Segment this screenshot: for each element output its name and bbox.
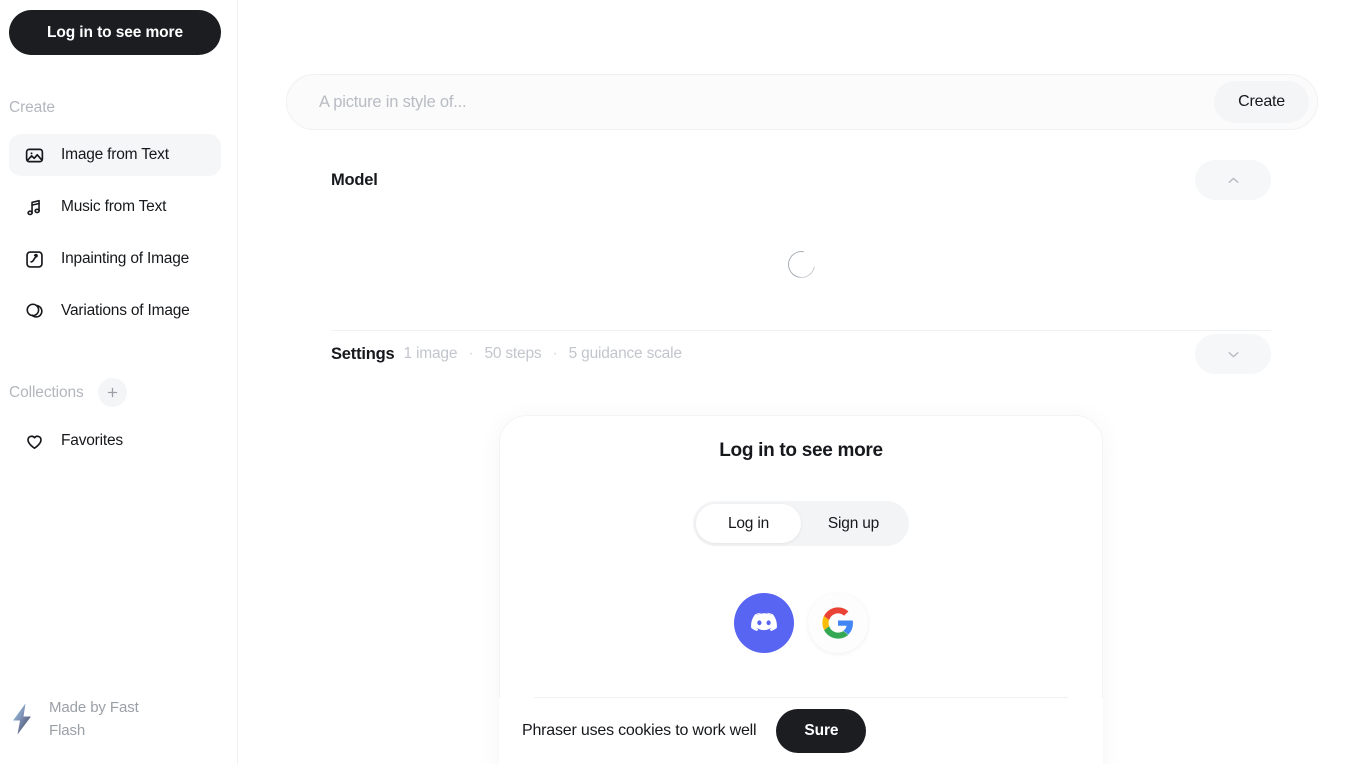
auth-modal-title: Log in to see more xyxy=(719,440,883,461)
sidebar-item-inpainting-of-image[interactable]: Inpainting of Image xyxy=(9,238,221,280)
sidebar-login-button[interactable]: Log in to see more xyxy=(9,10,221,55)
model-panel: Model xyxy=(331,160,1271,328)
sidebar-item-favorites[interactable]: Favorites xyxy=(9,420,221,462)
sidebar: Log in to see more Create Image from Tex… xyxy=(0,0,238,764)
cookie-accept-button[interactable]: Sure xyxy=(776,709,867,753)
settings-meta-images: 1 image xyxy=(403,345,458,362)
sidebar-item-label: Favorites xyxy=(61,432,123,449)
social-login-row xyxy=(500,593,1102,653)
model-panel-title: Model xyxy=(331,170,378,189)
sidebar-section-create: Create xyxy=(9,99,55,116)
settings-meta-steps: 50 steps xyxy=(484,345,542,362)
sidebar-item-music-from-text[interactable]: Music from Text xyxy=(9,186,221,228)
heart-icon xyxy=(23,430,45,452)
settings-meta-separator: · xyxy=(468,345,474,362)
tab-sign-up[interactable]: Sign up xyxy=(801,504,906,543)
discord-icon xyxy=(734,593,794,653)
prompt-bar: Create xyxy=(286,74,1318,130)
made-by-footer[interactable]: Made by Fast Flash xyxy=(9,696,199,743)
inpainting-icon xyxy=(23,248,45,270)
settings-panel: Settings 1 image · 50 steps · 5 guidance… xyxy=(331,334,1271,374)
prompt-input[interactable] xyxy=(319,92,1215,112)
loading-spinner xyxy=(782,245,820,283)
settings-meta-guidance: 5 guidance scale xyxy=(568,345,682,362)
sidebar-item-label: Inpainting of Image xyxy=(61,250,190,267)
settings-summary: Settings 1 image · 50 steps · 5 guidance… xyxy=(331,345,682,364)
made-by-label: Made by Fast Flash xyxy=(49,698,139,739)
image-icon xyxy=(23,144,45,166)
model-panel-body xyxy=(331,200,1271,328)
google-login-button[interactable] xyxy=(808,593,868,653)
chevron-down-icon xyxy=(1225,346,1242,363)
sidebar-item-image-from-text[interactable]: Image from Text xyxy=(9,134,221,176)
sidebar-item-variations-of-image[interactable]: Variations of Image xyxy=(9,290,221,332)
auth-tab-switcher: Log in Sign up xyxy=(693,501,909,546)
variations-icon xyxy=(23,300,45,322)
settings-meta-separator: · xyxy=(552,345,558,362)
settings-panel-header: Settings 1 image · 50 steps · 5 guidance… xyxy=(331,334,1271,374)
sidebar-item-label: Image from Text xyxy=(61,146,169,163)
plus-icon xyxy=(105,385,120,400)
cookie-banner-text: Phraser uses cookies to work well xyxy=(522,722,757,739)
lightning-bolt-icon xyxy=(9,702,35,736)
sidebar-section-collections-label: Collections xyxy=(9,383,84,401)
sidebar-create-nav: Image from Text Music from Text Inpainti… xyxy=(9,134,221,342)
model-panel-collapse-button[interactable] xyxy=(1195,160,1271,200)
tab-log-in[interactable]: Log in xyxy=(696,504,801,543)
discord-login-button[interactable] xyxy=(734,593,794,653)
add-collection-button[interactable] xyxy=(97,378,127,407)
sidebar-item-label: Variations of Image xyxy=(61,302,190,319)
cookie-banner: Phraser uses cookies to work well Sure xyxy=(499,698,1103,764)
create-button[interactable]: Create xyxy=(1214,81,1309,123)
settings-panel-expand-button[interactable] xyxy=(1195,334,1271,374)
google-icon xyxy=(821,606,855,640)
chevron-up-icon xyxy=(1225,172,1242,189)
sidebar-item-label: Music from Text xyxy=(61,198,167,215)
settings-meta: 1 image · 50 steps · 5 guidance scale xyxy=(404,345,682,363)
music-note-icon xyxy=(23,196,45,218)
sidebar-collections-nav: Favorites xyxy=(9,420,221,472)
sidebar-section-collections: Collections xyxy=(9,378,127,407)
settings-panel-title: Settings xyxy=(331,344,395,363)
model-panel-header: Model xyxy=(331,160,1271,200)
panel-divider xyxy=(331,330,1271,331)
